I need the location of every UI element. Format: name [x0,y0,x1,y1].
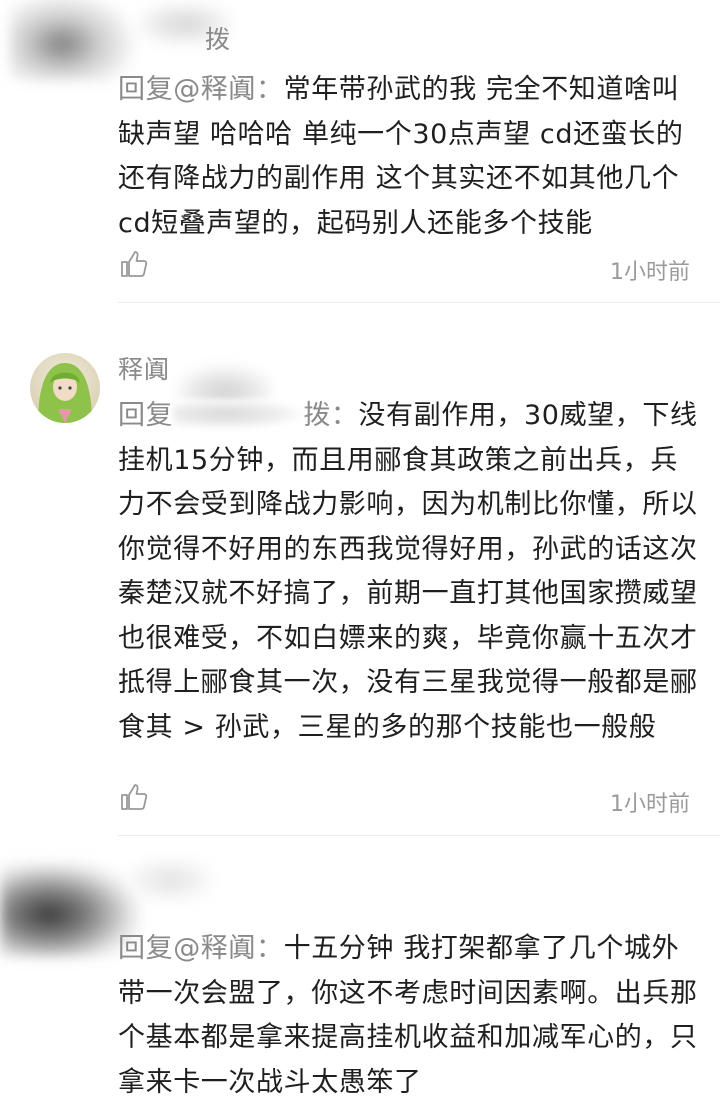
comment-timestamp: 1小时前 [610,792,690,817]
redacted-username [173,399,304,429]
comment-text: 没有副作用，30威望，下线挂机15分钟，而且用郦食其政策之前出兵，兵力不会受到降… [118,400,698,743]
comment-timestamp: 1小时前 [610,260,690,285]
comment-body: 回复 拨：没有副作用，30威望，下线挂机15分钟，而且用郦食其政策之前出兵，兵力不… [118,394,704,750]
reply-target[interactable]: 拨 [303,400,331,431]
thumbs-up-icon[interactable] [118,248,150,280]
reply-prefix[interactable]: 回复@释阗： [118,74,284,105]
avatar[interactable] [30,353,100,423]
reply-prefix[interactable]: 回复@释阗： [118,933,284,964]
comment-divider [118,302,720,303]
reply-prefix[interactable]: 回复 [118,400,173,431]
reply-colon: ： [330,400,359,431]
comment-body: 回复@释阗：常年带孙武的我 完全不知道啥叫缺声望 哈哈哈 单纯一个30点声望 c… [118,68,704,246]
thumbs-up-icon[interactable] [118,781,150,813]
comment-username[interactable]: 释阗 [118,350,170,386]
comment-divider [118,835,720,836]
comment-username[interactable]: 拨 [205,20,231,56]
username-smudge [130,860,210,900]
comment-body: 回复@释阗：十五分钟 我打架都拿了几个城外带一次会盟了，你这不考虑时间因素啊。出… [118,927,704,1105]
